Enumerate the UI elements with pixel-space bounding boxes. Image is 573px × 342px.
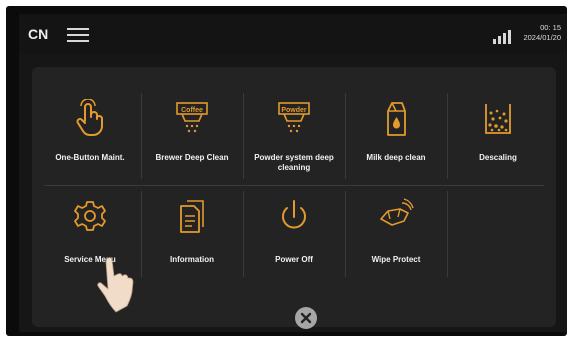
brewer-icon-text: Coffee [181, 107, 203, 114]
powder-icon-text: Powder [281, 107, 307, 114]
document-icon [180, 200, 204, 233]
tile-label: Milk deep clean [366, 153, 426, 162]
tile-label: Power Off [275, 255, 313, 264]
gear-icon [74, 201, 106, 231]
device-frame: CN 00: 15 2024/01/20 One-Button Maint. C… [6, 6, 567, 336]
one-button-maint-button[interactable]: One-Button Maint. [40, 87, 140, 183]
time-text: 00: 15 [540, 23, 561, 32]
wipe-protect-button[interactable]: Wipe Protect [346, 185, 446, 281]
milk-carton-icon [387, 102, 406, 136]
clock: 00: 15 2024/01/20 [501, 23, 561, 43]
powder-system-deep-cleaning-button[interactable]: Powder Powder system deep cleaning [244, 87, 344, 183]
divider [447, 191, 448, 277]
hand-tap-icon [76, 99, 103, 137]
tile-label: One-Button Maint. [55, 153, 125, 162]
brewer-deep-clean-button[interactable]: Coffee Brewer Deep Clean [142, 87, 242, 183]
descaling-button[interactable]: Descaling [448, 87, 548, 183]
information-button[interactable]: Information [142, 185, 242, 281]
language-button[interactable]: CN [28, 26, 48, 42]
hamburger-menu-icon[interactable] [67, 27, 89, 43]
pointing-hand-icon [97, 257, 134, 313]
power-off-button[interactable]: Power Off [244, 185, 344, 281]
power-icon [282, 200, 306, 229]
descaling-icon [485, 104, 511, 134]
touch-screen: CN 00: 15 2024/01/20 One-Button Maint. C… [19, 14, 567, 332]
close-button[interactable] [295, 307, 317, 329]
tile-label: Descaling [479, 153, 517, 162]
wipe-hand-icon [380, 198, 414, 226]
tile-label: Brewer Deep Clean [155, 153, 229, 162]
tile-label: Powder system deep cleaning [254, 153, 334, 172]
tile-label: Information [170, 255, 214, 264]
close-icon [300, 312, 312, 324]
status-bar: CN 00: 15 2024/01/20 [19, 14, 567, 54]
menu-grid: One-Button Maint. Coffee Brewer Deep Cle… [40, 87, 548, 283]
tile-label: Wipe Protect [371, 255, 421, 264]
milk-deep-clean-button[interactable]: Milk deep clean [346, 87, 446, 183]
date-text: 2024/01/20 [523, 33, 561, 42]
powder-clean-icon: Powder [278, 102, 310, 133]
brewer-clean-icon: Coffee [176, 102, 208, 133]
